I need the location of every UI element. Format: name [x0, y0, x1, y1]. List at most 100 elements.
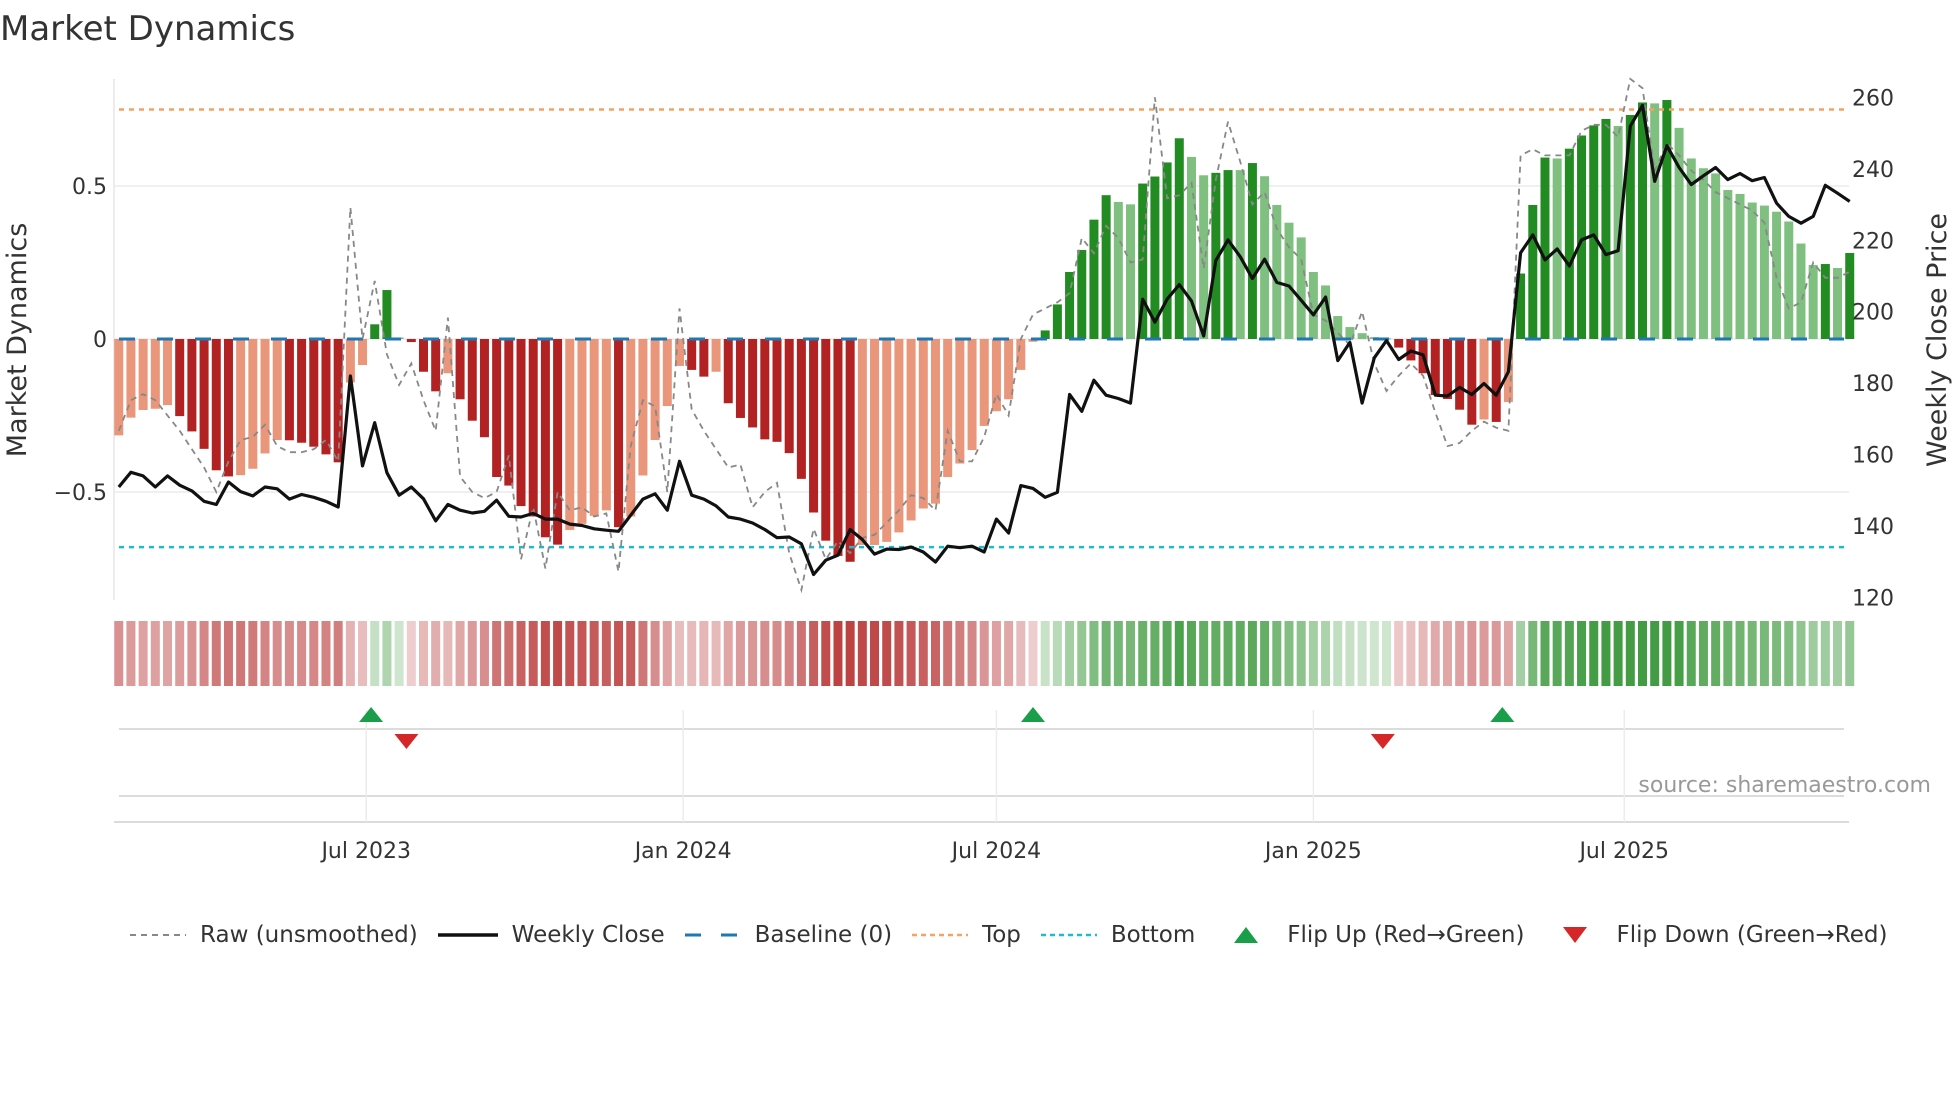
dynamics-bar [248, 339, 258, 469]
legend-label: Weekly Close [511, 922, 665, 948]
dynamics-bar [943, 339, 953, 478]
regime-strip-cell [1467, 621, 1477, 686]
dynamics-bar [601, 339, 611, 511]
dynamics-bar [1808, 264, 1818, 339]
dynamics-bar [1455, 339, 1465, 410]
dynamics-bar [821, 339, 831, 541]
regime-strip-cell [394, 621, 404, 686]
dynamics-bar [662, 339, 672, 407]
legend-item-top[interactable]: Top [912, 922, 1021, 948]
regime-strip-cell [1845, 621, 1855, 686]
regime-strip-cell [1162, 621, 1172, 686]
dynamics-bar [467, 339, 477, 421]
dynamics-bar [565, 339, 575, 530]
regime-strip-cell [504, 621, 514, 686]
regime-strip-cell [967, 621, 977, 686]
regime-strip-cell [1296, 621, 1306, 686]
regime-strip-cell [821, 621, 831, 686]
dynamics-bar [406, 339, 416, 343]
regime-strip-cell [211, 621, 221, 686]
dynamics-bar [163, 339, 173, 406]
regime-strip-cell [492, 621, 502, 686]
legend-item-flip-down[interactable]: Flip Down (Green→Red) [1562, 922, 1887, 948]
regime-strip-cell [1308, 621, 1318, 686]
regime-strip-cell [455, 621, 465, 686]
regime-strip-cell [1150, 621, 1160, 686]
y2-tick-label: 160 [1852, 444, 1894, 469]
regime-strip-cell [711, 621, 721, 686]
dynamics-bar [1357, 333, 1367, 339]
dynamics-bar [1284, 222, 1294, 339]
regime-strip-cell [1357, 621, 1367, 686]
regime-strip-cell [358, 621, 368, 686]
regime-strip-cell [138, 621, 148, 686]
flip-markers [359, 707, 1515, 749]
dynamics-bar [918, 339, 928, 509]
regime-strip-cell [772, 621, 782, 686]
regime-strip-cell [443, 621, 453, 686]
regime-strip-cell [1613, 621, 1623, 686]
dynamics-bar [1711, 173, 1721, 339]
dynamics-bar [1479, 339, 1489, 420]
regime-strip-cell [309, 621, 319, 686]
regime-strip-cell [1638, 621, 1647, 686]
regime-strip-cell [1077, 621, 1087, 686]
regime-strip-cell [723, 621, 733, 686]
regime-strip-cell [1369, 621, 1379, 686]
regime-strip-cell [516, 621, 526, 686]
regime-strip-cell [1674, 621, 1684, 686]
y2-tick-label: 200 [1852, 301, 1894, 326]
regime-strip-cell [1004, 621, 1014, 686]
dynamics-bar [187, 339, 197, 432]
legend-item-bottom[interactable]: Bottom [1040, 922, 1195, 948]
dynamics-bar [1650, 103, 1660, 339]
regime-strip-cell [1138, 621, 1148, 686]
dynamics-bar [1272, 204, 1282, 339]
regime-strip-cell [662, 621, 672, 686]
dynamics-bar [516, 339, 526, 507]
regime-strip-cell [1040, 621, 1050, 686]
dynamics-bar [1113, 201, 1123, 339]
dynamics-bar [930, 339, 940, 504]
legend-item-close[interactable]: Weekly Close [437, 922, 665, 948]
regime-strip-cell [857, 621, 867, 686]
dynamics-bar [236, 339, 246, 476]
regime-strip-cell [1516, 621, 1526, 686]
legend-item-baseline[interactable]: Baseline (0) [684, 922, 892, 948]
dynamics-bar [1442, 339, 1452, 399]
dynamics-bar [638, 339, 648, 476]
regime-strip-cell [699, 621, 709, 686]
regime-strip-cell [419, 621, 428, 686]
regime-strip-cell [1589, 621, 1599, 686]
regime-strip-cell [150, 621, 160, 686]
regime-strip-cell [175, 621, 185, 686]
regime-strip-cell [1491, 621, 1501, 686]
dynamics-bar [1638, 102, 1647, 339]
legend-label: Flip Up (Red→Green) [1287, 922, 1525, 948]
y2-tick-label: 120 [1852, 586, 1894, 611]
regime-strip-cell [126, 621, 136, 686]
regime-strip-cell [687, 621, 697, 686]
regime-strip-cell [1479, 621, 1489, 686]
dynamics-bar [1065, 271, 1075, 339]
dynamics-bar [528, 339, 538, 517]
regime-strip-cell [870, 621, 880, 686]
regime-strip-cell [1174, 621, 1184, 686]
regime-strip-cell [1199, 621, 1209, 686]
dynamics-bar [1723, 189, 1733, 339]
y-tick-label: 0 [93, 328, 107, 353]
regime-strip-cell [1284, 621, 1294, 686]
legend-item-raw[interactable]: Raw (unsmoothed) [130, 922, 418, 948]
legend-item-flip-up[interactable]: Flip Up (Red→Green) [1233, 922, 1524, 948]
regime-strip-cell [236, 621, 246, 686]
y2-tick-label: 240 [1852, 158, 1894, 183]
x-axis-ticks: Jul 2023 Jan 2024 Jul 2024 Jan 2025 Jul 2025 [319, 839, 1669, 864]
regime-strip-cell [894, 621, 904, 686]
regime-strip-cell [382, 621, 392, 686]
regime-strip-cell [735, 621, 745, 686]
dynamics-bar [211, 339, 221, 471]
regime-strip-cell [1101, 621, 1111, 686]
flip-down-marker [1370, 734, 1395, 749]
dynamics-bar [492, 339, 502, 478]
regime-strip-cell [1735, 621, 1745, 686]
